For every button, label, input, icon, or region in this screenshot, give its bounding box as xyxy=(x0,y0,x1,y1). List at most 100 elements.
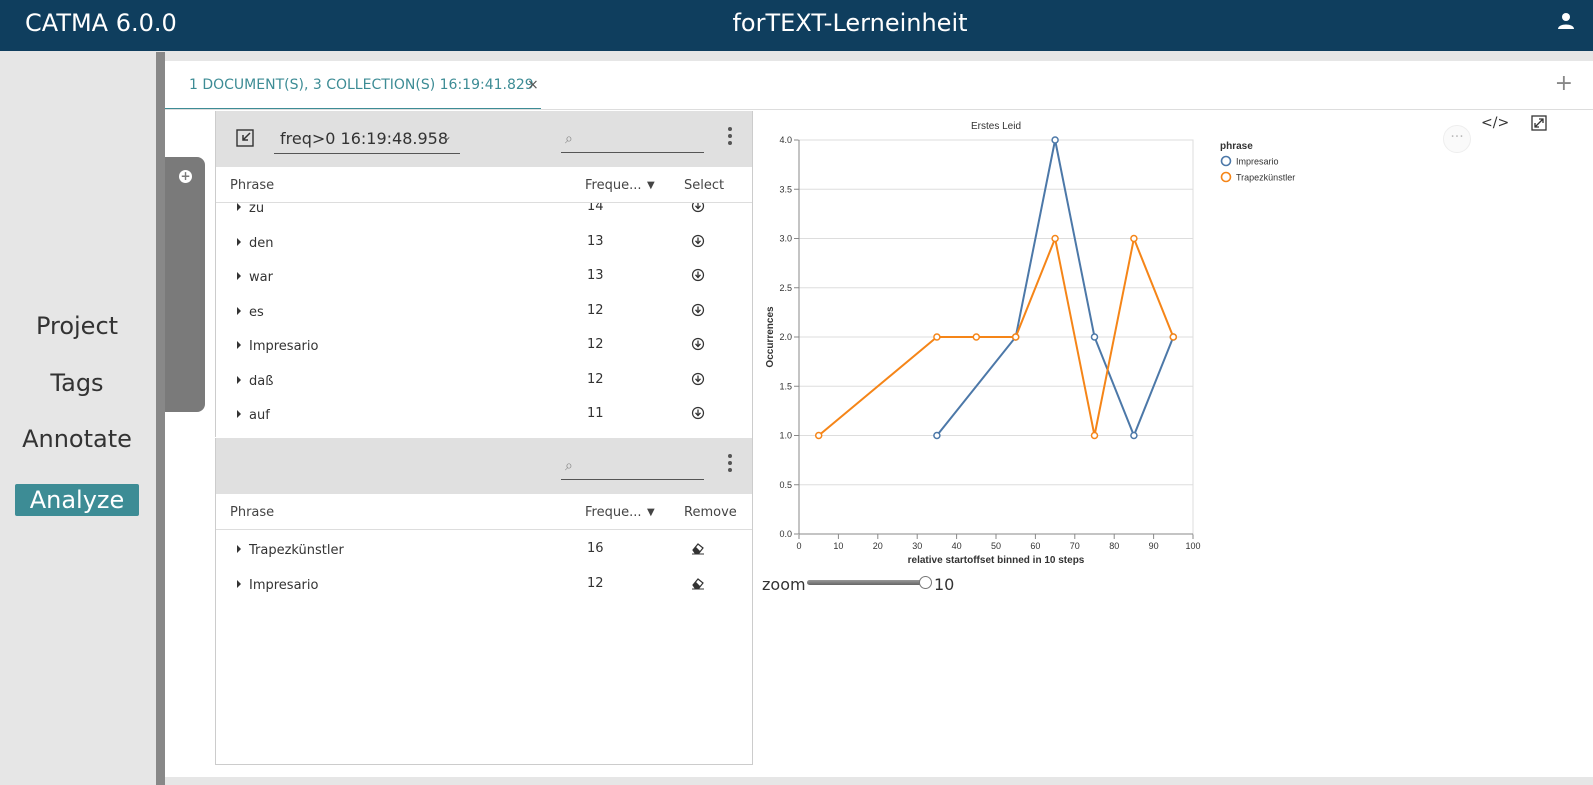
x-tick-label: 0 xyxy=(796,541,801,551)
y-axis-label: Occurrences xyxy=(765,306,776,368)
row-frequency: 12 xyxy=(587,575,604,591)
data-point xyxy=(1051,234,1059,243)
table-row[interactable]: war 13 xyxy=(216,261,753,295)
expand-caret-icon[interactable] xyxy=(237,545,241,553)
data-point xyxy=(933,431,941,440)
arrow-down-circle-icon[interactable] xyxy=(691,268,705,282)
zoom-label: zoom xyxy=(762,575,806,594)
arrow-down-circle-icon[interactable] xyxy=(691,203,705,213)
expand-caret-icon[interactable] xyxy=(237,410,241,418)
x-tick-label: 20 xyxy=(873,541,883,551)
table-row[interactable]: daß 12 xyxy=(216,365,753,399)
zoom-slider-thumb[interactable] xyxy=(919,576,932,589)
column-phrase[interactable]: Phrase xyxy=(230,505,274,520)
eraser-icon[interactable] xyxy=(691,576,705,590)
nav-item-tags[interactable]: Tags xyxy=(15,367,139,399)
expand-caret-icon[interactable] xyxy=(237,272,241,280)
data-point xyxy=(1011,333,1020,341)
data-point xyxy=(1130,234,1138,243)
row-frequency: 12 xyxy=(587,371,604,387)
row-phrase: es xyxy=(249,304,264,320)
nav-item-analyze[interactable]: Analyze xyxy=(15,484,139,516)
row-frequency: 13 xyxy=(587,268,604,283)
expand-caret-icon[interactable] xyxy=(237,306,241,315)
selected-phrases-panel: ⌕ Phrase Freque... ▼ Remove Trapezkünstl… xyxy=(215,438,753,765)
row-phrase: zu xyxy=(249,203,265,216)
row-phrase: auf xyxy=(249,408,270,423)
y-tick-label: 2.5 xyxy=(779,283,792,293)
column-select: Select xyxy=(684,178,725,193)
legend-symbol xyxy=(1220,171,1232,183)
minimize-icon[interactable] xyxy=(236,129,254,147)
table-row[interactable]: Impresario 12 xyxy=(216,330,753,364)
sidebar-divider xyxy=(156,52,165,785)
x-tick-label: 70 xyxy=(1070,541,1080,551)
data-point xyxy=(1169,333,1178,341)
table-row[interactable]: den 13 xyxy=(216,227,753,261)
arrow-down-circle-icon[interactable] xyxy=(691,406,705,420)
query-drawer[interactable]: + xyxy=(165,157,205,412)
more-options-icon[interactable] xyxy=(728,454,732,472)
x-tick-label: 60 xyxy=(1030,541,1040,551)
expand-caret-icon[interactable] xyxy=(237,237,241,246)
nav-item-project[interactable]: Project xyxy=(15,310,139,342)
search-icon: ⌕ xyxy=(565,131,573,147)
arrow-down-circle-icon[interactable] xyxy=(691,303,705,317)
fullscreen-icon[interactable] xyxy=(1531,115,1547,131)
x-tick-label: 80 xyxy=(1109,541,1119,551)
add-tab-icon[interactable]: + xyxy=(1555,71,1573,96)
query-results-panel: freq>0 16:19:48.958 ⌄ ⌕ Phrase Freque...… xyxy=(215,111,753,437)
expand-caret-icon[interactable] xyxy=(237,341,241,349)
x-tick-label: 100 xyxy=(1185,541,1200,551)
project-title: forTEXT-Lerneinheit xyxy=(732,9,968,37)
search-input[interactable]: ⌕ xyxy=(561,452,704,480)
column-phrase[interactable]: Phrase xyxy=(230,178,274,193)
tab-analysis[interactable]: 1 DOCUMENT(S), 3 COLLECTION(S) 16:19:41.… xyxy=(165,61,541,110)
code-icon[interactable]: </> xyxy=(1481,115,1509,131)
chevron-down-icon: ⌄ xyxy=(441,129,452,143)
data-point xyxy=(1090,431,1099,440)
table-row[interactable]: auf 11 xyxy=(216,399,753,433)
expand-caret-icon[interactable] xyxy=(237,579,241,588)
more-options-icon[interactable] xyxy=(728,127,732,145)
line-chart: 0.0 0.5 1.0 1.5 2.0 2.5 3.0 3.5 4.0 0 10 20 30 40 50 60… xyxy=(765,121,1295,566)
expand-caret-icon[interactable] xyxy=(237,375,241,384)
column-remove: Remove xyxy=(684,505,737,520)
close-icon[interactable]: × xyxy=(527,77,539,93)
data-point xyxy=(814,431,823,440)
arrow-down-circle-icon[interactable] xyxy=(691,337,705,351)
table-header: Phrase Freque... ▼ Remove xyxy=(216,494,753,530)
user-icon[interactable] xyxy=(1557,12,1575,30)
row-frequency: 11 xyxy=(587,406,604,421)
y-tick-label: 0.5 xyxy=(779,480,792,490)
column-frequency[interactable]: Freque... xyxy=(585,505,641,520)
tab-divider xyxy=(165,109,1593,110)
table-row[interactable]: zu 14 xyxy=(216,203,753,226)
row-phrase: den xyxy=(249,235,274,251)
tab-label[interactable]: 1 DOCUMENT(S), 3 COLLECTION(S) 16:19:41.… xyxy=(189,77,534,93)
eraser-icon[interactable] xyxy=(691,541,705,555)
table-header: Phrase Freque... ▼ Select xyxy=(216,167,753,203)
zoom-slider-track[interactable] xyxy=(807,580,927,585)
row-frequency: 16 xyxy=(587,541,604,556)
legend-label: Trapezkünstler xyxy=(1236,173,1295,183)
expand-caret-icon[interactable] xyxy=(237,203,241,211)
table-row[interactable]: es 12 xyxy=(216,296,753,330)
zoom-value: 10 xyxy=(934,575,955,594)
arrow-down-circle-icon[interactable] xyxy=(691,372,705,386)
column-frequency[interactable]: Freque... xyxy=(585,178,641,193)
results-table-body: zu 14 den 13 war 13 es 12 Impresario 12 daß 12 auf 11 xyxy=(216,203,753,437)
nav-item-annotate[interactable]: Annotate xyxy=(15,423,139,455)
search-input[interactable]: ⌕ xyxy=(561,125,704,153)
plus-circle-icon[interactable]: + xyxy=(179,170,192,183)
table-row[interactable]: Impresario 12 xyxy=(216,569,753,603)
table-row[interactable]: Trapezkünstler 16 xyxy=(216,534,753,568)
sort-desc-icon[interactable]: ▼ xyxy=(647,507,655,518)
more-options-icon[interactable]: ··· xyxy=(1443,125,1471,153)
row-phrase: daß xyxy=(249,373,274,389)
sort-desc-icon[interactable]: ▼ xyxy=(647,180,655,191)
top-bar: CATMA 6.0.0 forTEXT-Lerneinheit xyxy=(0,0,1593,51)
x-axis-label: relative startoffset binned in 10 steps xyxy=(908,555,1085,566)
query-select[interactable]: freq>0 16:19:48.958 ⌄ xyxy=(274,125,460,154)
arrow-down-circle-icon[interactable] xyxy=(691,234,705,248)
